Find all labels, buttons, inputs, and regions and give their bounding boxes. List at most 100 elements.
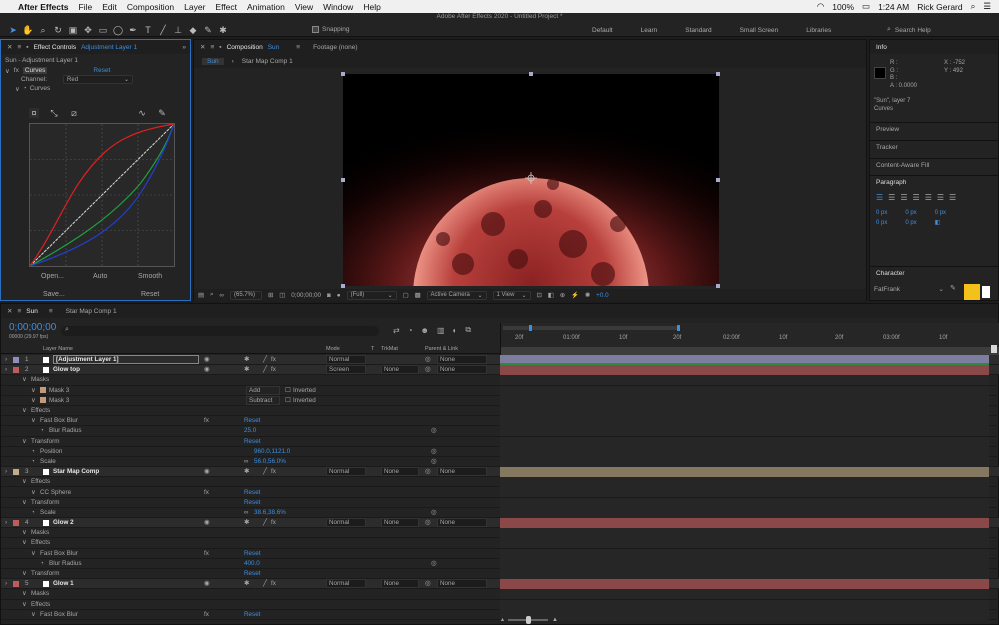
workspace-libraries[interactable]: Libraries: [806, 27, 831, 34]
pen-tool-icon[interactable]: ✒: [128, 25, 138, 35]
pickwhip-icon[interactable]: ◎: [431, 427, 437, 434]
property-value[interactable]: 960.0,1121.0: [254, 448, 290, 455]
indent-first[interactable]: 0 px: [935, 210, 946, 216]
mask-color-swatch[interactable]: [40, 397, 46, 404]
property-row[interactable]: ∨ Effects: [1, 538, 999, 549]
collapse-icon[interactable]: ∨: [31, 417, 36, 424]
property-row[interactable]: ◔ Position 960.0,1121.0 ◎: [1, 446, 999, 457]
workspace-small-screen[interactable]: Small Screen: [740, 27, 779, 34]
resolution-dropdown[interactable]: (Full) ⌄: [346, 290, 397, 300]
col-trkmat[interactable]: TrkMat: [381, 346, 398, 352]
curves-graph[interactable]: [29, 123, 175, 267]
justify-left-icon[interactable]: ☰: [913, 193, 920, 202]
property-track[interactable]: [500, 568, 989, 579]
draft-3d-icon[interactable]: ◔: [408, 326, 413, 335]
collapse-icon[interactable]: ∨: [22, 499, 27, 506]
visibility-eye-icon[interactable]: ◉: [204, 519, 210, 526]
parent-dropdown[interactable]: None: [437, 579, 487, 589]
flowchart-icon[interactable]: ⊕: [560, 292, 565, 299]
curve-resize-icon[interactable]: ⤡: [49, 108, 59, 118]
zoom-tool-icon[interactable]: ⌕: [38, 25, 48, 35]
trkmat-dropdown[interactable]: None: [381, 579, 419, 589]
mode-dropdown[interactable]: Normal: [326, 467, 366, 477]
clone-tool-icon[interactable]: ⊥: [173, 25, 183, 35]
layer-duration-bar[interactable]: [500, 355, 989, 365]
menu-effect[interactable]: Effect: [215, 2, 237, 12]
camera-dropdown[interactable]: Active Camera ⌄: [426, 290, 487, 300]
collapse-icon[interactable]: ∨: [31, 489, 36, 496]
space-after[interactable]: 0 px: [905, 220, 916, 226]
glasses-icon[interactable]: ∞: [219, 292, 224, 299]
parent-dropdown[interactable]: None: [437, 365, 487, 375]
menu-animation[interactable]: Animation: [247, 2, 285, 12]
collapse-icon[interactable]: ∨: [22, 529, 27, 536]
mode-dropdown[interactable]: Screen: [326, 365, 366, 375]
clock[interactable]: 1:24 AM: [878, 2, 909, 12]
property-row[interactable]: ∨ Effects: [1, 477, 999, 488]
tab-footage[interactable]: Footage (none): [313, 44, 357, 51]
crumb-star-map[interactable]: Star Map Comp 1: [242, 58, 293, 65]
expand-icon[interactable]: ›: [5, 366, 7, 373]
fx-icon[interactable]: fx: [204, 550, 209, 557]
inverted-checkbox[interactable]: ☐: [285, 387, 291, 394]
layer-name[interactable]: Star Map Comp: [53, 468, 99, 475]
parent-dropdown[interactable]: None: [437, 518, 487, 528]
zoom-slider[interactable]: [508, 615, 549, 624]
tab-star-map-comp[interactable]: Star Map Comp 1: [66, 308, 117, 315]
property-value[interactable]: Reset: [244, 417, 260, 424]
menu-list-icon[interactable]: ☰: [983, 1, 991, 12]
battery-label[interactable]: 100%: [832, 2, 854, 12]
property-row[interactable]: ◔ Scale ∞ 38.6,38.6% ◎: [1, 507, 999, 518]
mask-name[interactable]: Mask 3: [49, 387, 69, 394]
expand-icon[interactable]: ›: [5, 580, 7, 587]
graph-editor-icon[interactable]: ⧉: [465, 325, 471, 335]
constrain-proportions-icon[interactable]: ∞: [244, 458, 249, 465]
collapse-icon[interactable]: ∨: [31, 397, 36, 404]
fx-icon[interactable]: fx: [204, 417, 209, 424]
inverted-checkbox[interactable]: ☐: [285, 397, 291, 404]
layer-row[interactable]: › 1 [Adjustment Layer 1] ◉ ✱ ╱ fx Normal ◎ None: [1, 355, 999, 366]
property-row[interactable]: ∨ Transform Reset: [1, 497, 999, 508]
selection-tool-icon[interactable]: ➤: [8, 25, 18, 35]
workspace-standard[interactable]: Standard: [685, 27, 711, 34]
property-row[interactable]: ∨ Masks: [1, 528, 999, 539]
rectangle-tool-icon[interactable]: ▭: [98, 25, 108, 35]
justify-all-icon[interactable]: ☰: [949, 193, 956, 202]
curve-pencil-icon[interactable]: ✎: [157, 108, 167, 118]
zoom-slider-thumb[interactable]: [526, 615, 532, 624]
save-button[interactable]: Save...: [43, 291, 65, 298]
menu-composition[interactable]: Composition: [127, 2, 174, 12]
fx-icon[interactable]: fx: [14, 67, 19, 74]
collapse-icon[interactable]: ∨: [31, 387, 36, 394]
comp-flowchart-icon[interactable]: ⇄: [393, 326, 400, 335]
brush-tool-icon[interactable]: ╱: [158, 25, 168, 35]
fx-switch-icon[interactable]: fx: [271, 519, 276, 526]
channel-dropdown[interactable]: Red ⌄: [63, 75, 134, 84]
parent-pickwhip-icon[interactable]: ◎: [425, 580, 431, 587]
menu-file[interactable]: File: [79, 2, 93, 12]
property-value[interactable]: Reset: [244, 611, 260, 618]
property-value[interactable]: Reset: [244, 489, 260, 496]
label-color-swatch[interactable]: [13, 468, 19, 475]
stopwatch-icon[interactable]: ◔: [31, 509, 35, 516]
expand-icon[interactable]: ›: [5, 468, 7, 475]
property-track[interactable]: [500, 416, 989, 427]
shy-icon[interactable]: ☻: [421, 326, 429, 335]
align-left-icon[interactable]: ☰: [876, 193, 883, 202]
visibility-eye-icon[interactable]: ◉: [204, 580, 210, 587]
fast-preview-icon[interactable]: ⚡: [571, 291, 579, 299]
character-panel-title[interactable]: Character: [870, 266, 998, 280]
justify-center-icon[interactable]: ☰: [925, 193, 932, 202]
magnify-icon[interactable]: ⌕: [210, 291, 214, 299]
quality-switch-icon[interactable]: ╱: [263, 519, 267, 526]
timeline-timecode[interactable]: 0;00;00;00: [9, 322, 56, 333]
collapse-icon[interactable]: ∨: [31, 550, 36, 557]
property-track[interactable]: [500, 538, 989, 549]
curve-bezier-icon[interactable]: ∿: [137, 108, 147, 118]
content-aware-fill-panel[interactable]: Content-Aware Fill: [870, 158, 998, 172]
motion-blur-icon[interactable]: ◐: [453, 326, 458, 335]
property-row[interactable]: ∨ Mask 3 Subtract ☐ Inverted: [1, 395, 999, 406]
3d-icon[interactable]: ◧: [548, 292, 554, 299]
property-row[interactable]: ∨ Fast Box Blur fx Reset: [1, 416, 999, 427]
trkmat-dropdown[interactable]: None: [381, 467, 419, 477]
